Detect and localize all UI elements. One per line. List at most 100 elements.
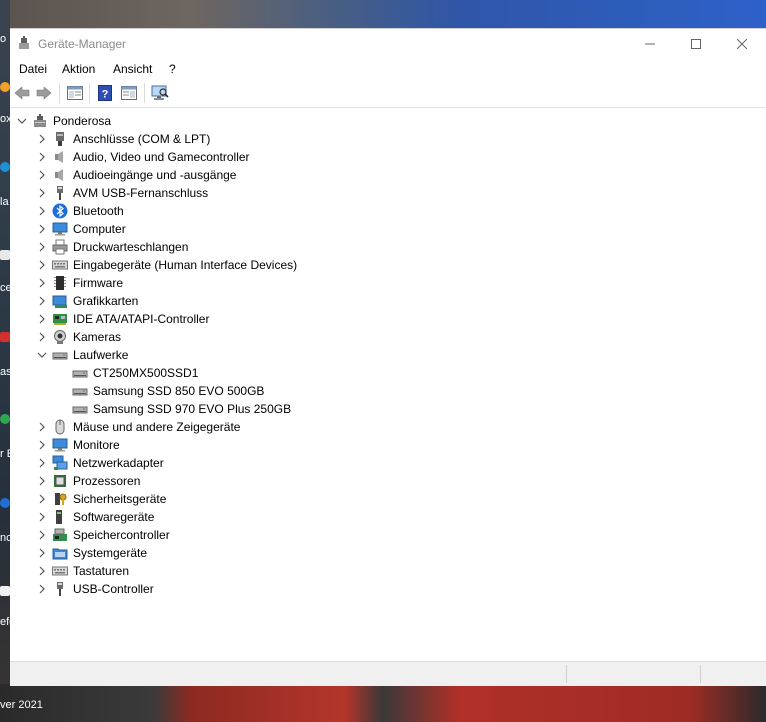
tree-category-label: Anschlüsse (COM & LPT)	[73, 132, 211, 146]
help-button[interactable]: ?	[96, 84, 114, 102]
tree-category[interactable]: Tastaturen	[10, 562, 750, 580]
chevron-right-icon	[39, 170, 45, 180]
desktop-icon[interactable]	[0, 414, 10, 424]
expand-toggle[interactable]	[36, 133, 48, 145]
help-icon: ?	[98, 85, 112, 101]
tree-category[interactable]: Firmware	[10, 274, 750, 292]
tree-category[interactable]: Grafikkarten	[10, 292, 750, 310]
desktop-icon-label[interactable]: ce	[0, 282, 10, 294]
expand-toggle[interactable]	[36, 277, 48, 289]
tree-category[interactable]: Softwaregeräte	[10, 508, 750, 526]
bluetooth-icon	[52, 203, 68, 219]
monitor-icon	[52, 437, 68, 453]
tree-device-label: CT250MX500SSD1	[93, 366, 199, 380]
desktop-icon-label[interactable]: r E	[0, 448, 10, 460]
minimize-icon	[645, 43, 655, 45]
tree-category[interactable]: USB-Controller	[10, 580, 750, 598]
tree-category[interactable]: Prozessoren	[10, 472, 750, 490]
update-driver-button[interactable]	[120, 84, 138, 102]
menu-aktion[interactable]: Aktion	[62, 62, 95, 76]
expand-toggle[interactable]	[36, 295, 48, 307]
expand-toggle[interactable]	[36, 547, 48, 559]
expand-toggle[interactable]	[36, 151, 48, 163]
expand-toggle[interactable]	[36, 457, 48, 469]
expand-toggle[interactable]	[36, 313, 48, 325]
expand-toggle[interactable]	[36, 241, 48, 253]
back-button[interactable]	[13, 84, 31, 102]
chevron-right-icon	[39, 188, 45, 198]
tree-category-label: Computer	[73, 222, 126, 236]
tree-root[interactable]: Ponderosa	[10, 112, 750, 130]
tree-category[interactable]: Systemgeräte	[10, 544, 750, 562]
desktop-icon-label[interactable]: ox	[0, 113, 10, 125]
tree-category[interactable]: Eingabegeräte (Human Interface Devices)	[10, 256, 750, 274]
svg-text:?: ?	[102, 89, 109, 101]
desktop-icon-label[interactable]: efe	[0, 616, 10, 628]
expand-toggle[interactable]	[36, 331, 48, 343]
status-bar	[10, 661, 766, 686]
expand-toggle[interactable]	[36, 259, 48, 271]
expand-toggle[interactable]	[36, 511, 48, 523]
expand-toggle[interactable]	[36, 187, 48, 199]
minimize-button[interactable]	[627, 29, 673, 59]
menu-datei[interactable]: Datei	[19, 62, 47, 76]
tree-category[interactable]: Kameras	[10, 328, 750, 346]
chevron-right-icon	[39, 224, 45, 234]
maximize-button[interactable]	[673, 29, 719, 59]
tree-category[interactable]: Computer	[10, 220, 750, 238]
tree-category[interactable]: AVM USB-Fernanschluss	[10, 184, 750, 202]
desktop-icon[interactable]	[0, 162, 10, 172]
expand-toggle[interactable]	[36, 223, 48, 235]
desktop-icon-label[interactable]: as	[0, 366, 10, 378]
expand-toggle[interactable]	[36, 565, 48, 577]
collapse-toggle[interactable]	[36, 349, 48, 361]
tree-category[interactable]: Laufwerke	[10, 346, 750, 364]
tree-category[interactable]: Audioeingänge und -ausgänge	[10, 166, 750, 184]
expand-toggle[interactable]	[36, 493, 48, 505]
desktop-icon-label[interactable]: nc	[0, 532, 10, 544]
desktop-icon-label[interactable]: la	[0, 196, 10, 208]
tree-device[interactable]: Samsung SSD 850 EVO 500GB	[10, 382, 750, 400]
tree-category[interactable]: Anschlüsse (COM & LPT)	[10, 130, 750, 148]
expand-toggle[interactable]	[36, 439, 48, 451]
expand-toggle[interactable]	[36, 529, 48, 541]
expand-toggle[interactable]	[36, 421, 48, 433]
desktop-background-top	[0, 0, 766, 30]
chevron-right-icon	[39, 530, 45, 540]
close-button[interactable]	[719, 29, 765, 59]
expand-toggle[interactable]	[36, 205, 48, 217]
tree-category[interactable]: Netzwerkadapter	[10, 454, 750, 472]
tree-category[interactable]: Monitore	[10, 436, 750, 454]
chevron-right-icon	[39, 242, 45, 252]
tree-category[interactable]: Druckwarteschlangen	[10, 238, 750, 256]
tree-device-label: Samsung SSD 850 EVO 500GB	[93, 384, 265, 398]
scan-hardware-icon	[151, 85, 169, 100]
desktop-icon[interactable]	[0, 498, 10, 508]
expand-toggle[interactable]	[36, 169, 48, 181]
chevron-right-icon	[39, 512, 45, 522]
collapse-toggle[interactable]	[16, 115, 28, 127]
title-bar[interactable]: Geräte-Manager	[10, 29, 766, 59]
desktop-icon[interactable]	[0, 586, 10, 596]
scan-hardware-button[interactable]	[151, 84, 169, 102]
tree-category[interactable]: IDE ATA/ATAPI-Controller	[10, 310, 750, 328]
desktop-icon[interactable]	[0, 82, 10, 92]
forward-button[interactable]	[35, 84, 53, 102]
tree-device[interactable]: Samsung SSD 970 EVO Plus 250GB	[10, 400, 750, 418]
tree-category[interactable]: Sicherheitsgeräte	[10, 490, 750, 508]
expand-toggle[interactable]	[36, 475, 48, 487]
tree-device[interactable]: CT250MX500SSD1	[10, 364, 750, 382]
tree-category[interactable]: Audio, Video und Gamecontroller	[10, 148, 750, 166]
tree-category[interactable]: Mäuse und andere Zeigegeräte	[10, 418, 750, 436]
desktop-icon[interactable]	[0, 332, 10, 342]
tree-category[interactable]: Speichercontroller	[10, 526, 750, 544]
tree-category[interactable]: Bluetooth	[10, 202, 750, 220]
menu-help[interactable]: ?	[169, 62, 176, 76]
properties-button[interactable]	[66, 84, 84, 102]
menu-ansicht[interactable]: Ansicht	[113, 62, 152, 76]
desktop-icon-label[interactable]: o	[0, 33, 10, 45]
storage-controller-icon	[52, 527, 68, 543]
expand-toggle[interactable]	[36, 583, 48, 595]
desktop-icon[interactable]	[0, 250, 10, 260]
tree-category-label: Eingabegeräte (Human Interface Devices)	[73, 258, 298, 272]
